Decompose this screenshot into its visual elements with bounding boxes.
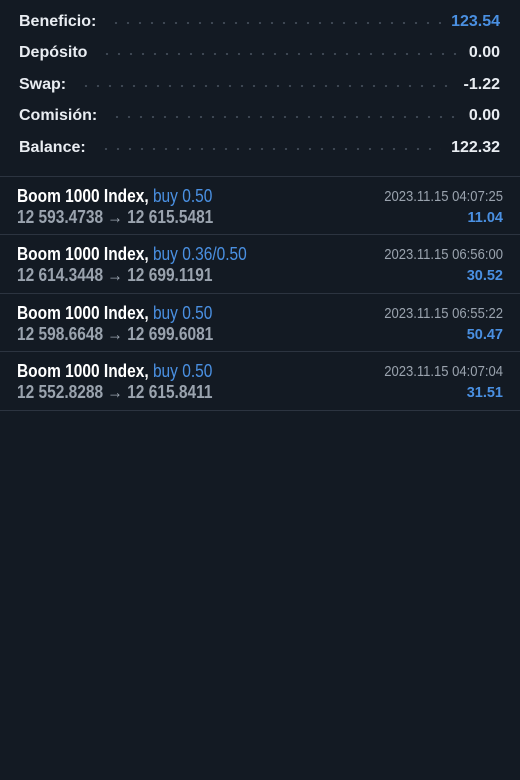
summary-row-profit: Beneficio: 123.54 bbox=[0, 6, 520, 38]
deal-time: 2023.11.15 04:07:04 bbox=[384, 364, 503, 380]
deal-open-price: 12 598.6648 bbox=[17, 323, 104, 344]
summary-row-commission: Comisión: 0.00 bbox=[0, 101, 520, 133]
dotted-leader bbox=[110, 21, 442, 24]
summary-row-swap: Swap: -1.22 bbox=[0, 69, 520, 101]
deal-profit: 50.47 bbox=[466, 326, 503, 343]
deal-time: 2023.11.15 06:56:00 bbox=[384, 247, 503, 263]
deal-time: 2023.11.15 04:07:25 bbox=[384, 188, 503, 205]
deal-close-price: 12 699.6081 bbox=[127, 323, 214, 344]
dotted-leader bbox=[101, 53, 459, 56]
deal-symbol: Boom 1000 Index, bbox=[17, 302, 149, 323]
deal-row[interactable]: Boom 1000 Index, buy 0.50 12 598.6648 → … bbox=[0, 294, 520, 352]
deal-row[interactable]: Boom 1000 Index, buy 0.36/0.50 12 614.34… bbox=[0, 235, 520, 294]
deal-row[interactable]: Boom 1000 Index, buy 0.50 12 552.8288 → … bbox=[0, 352, 520, 411]
deal-symbol: Boom 1000 Index, bbox=[17, 185, 149, 206]
deal-profit: 11.04 bbox=[467, 209, 504, 226]
deposit-value: 0.00 bbox=[468, 44, 500, 62]
deal-close-price: 12 615.8411 bbox=[127, 382, 213, 402]
dotted-leader bbox=[111, 116, 459, 119]
arrow-right-icon: → bbox=[107, 206, 123, 227]
account-summary: Beneficio: 123.54 Depósito 0.00 Swap: -1… bbox=[0, 0, 520, 176]
balance-value: 122.32 bbox=[451, 138, 500, 156]
deal-symbol: Boom 1000 Index, bbox=[17, 361, 149, 381]
deal-profit: 30.52 bbox=[466, 268, 503, 284]
swap-label: Swap: bbox=[19, 75, 67, 93]
commission-value: 0.00 bbox=[468, 107, 500, 125]
profit-value: 123.54 bbox=[451, 12, 500, 30]
summary-row-balance: Balance: 122.32 bbox=[0, 132, 520, 164]
dotted-leader bbox=[80, 84, 454, 87]
summary-row-deposit: Depósito 0.00 bbox=[0, 38, 520, 70]
deal-close-price: 12 699.1191 bbox=[127, 265, 213, 285]
deal-side: buy 0.50 bbox=[152, 302, 213, 323]
arrow-right-icon: → bbox=[107, 323, 123, 344]
deal-symbol: Boom 1000 Index, bbox=[17, 244, 149, 264]
balance-label: Balance: bbox=[19, 138, 86, 156]
profit-label: Beneficio: bbox=[19, 12, 97, 30]
commission-label: Comisión: bbox=[19, 107, 98, 125]
deal-open-price: 12 552.8288 bbox=[17, 382, 104, 402]
deal-side: buy 0.50 bbox=[152, 185, 213, 206]
deal-row[interactable]: Boom 1000 Index, buy 0.50 12 593.4738 → … bbox=[0, 177, 520, 235]
deal-side: buy 0.36/0.50 bbox=[152, 244, 247, 264]
deal-side: buy 0.50 bbox=[152, 361, 213, 381]
deals-list: Boom 1000 Index, buy 0.50 12 593.4738 → … bbox=[0, 177, 520, 411]
deal-open-price: 12 593.4738 bbox=[17, 206, 104, 227]
deal-time: 2023.11.15 06:55:22 bbox=[384, 305, 503, 322]
swap-value: -1.22 bbox=[463, 75, 500, 93]
arrow-right-icon: → bbox=[107, 265, 123, 285]
deposit-label: Depósito bbox=[19, 44, 88, 62]
dotted-leader bbox=[99, 147, 442, 150]
deal-profit: 31.51 bbox=[466, 385, 503, 401]
deal-open-price: 12 614.3448 bbox=[17, 265, 104, 285]
arrow-right-icon: → bbox=[107, 382, 123, 402]
deal-close-price: 12 615.5481 bbox=[127, 206, 214, 227]
